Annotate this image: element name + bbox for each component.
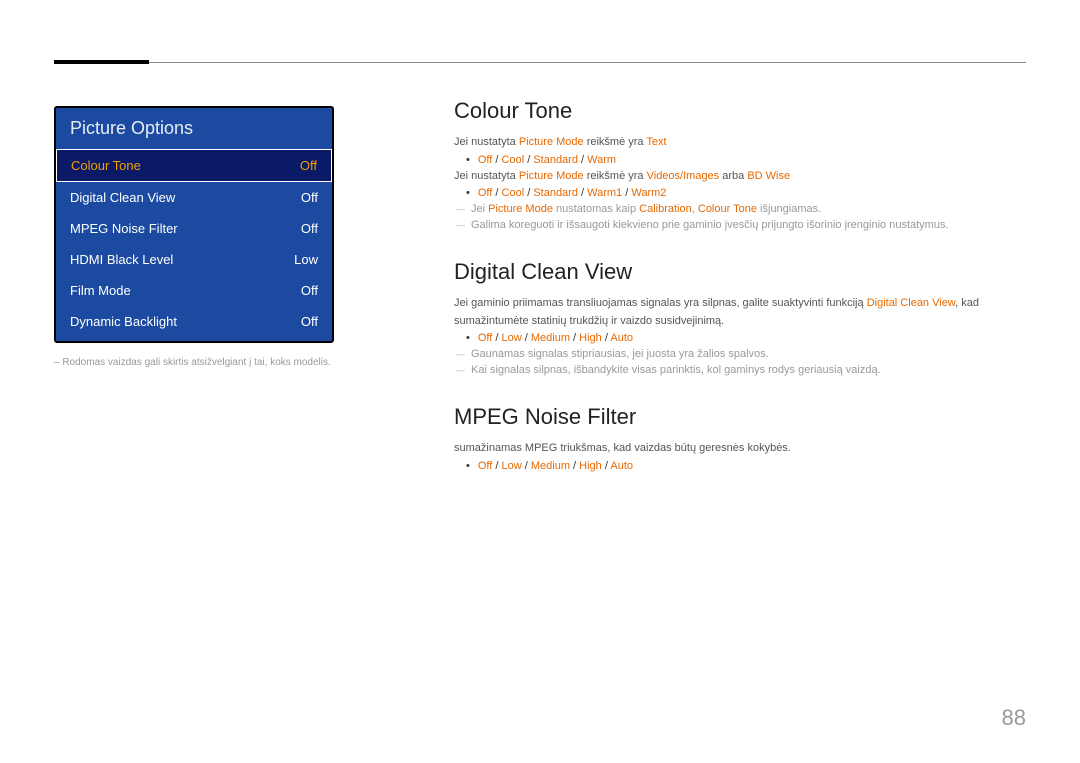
header-accent xyxy=(54,60,149,64)
note-text: Gaunamas signalas stipriausias, jei juos… xyxy=(456,348,1024,360)
menu-item-mpeg-noise-filter[interactable]: MPEG Noise Filter Off xyxy=(56,213,332,244)
section-mpeg-noise-filter: MPEG Noise Filter sumažinamas MPEG triuk… xyxy=(454,404,1024,472)
body-text: Jei gaminio priimamas transliuojamas sig… xyxy=(454,295,1024,330)
option-list: Off / Cool / Standard / Warm1 / Warm2 xyxy=(466,187,1024,199)
menu-item-label: Dynamic Backlight xyxy=(70,314,177,329)
menu-item-label: Colour Tone xyxy=(71,158,141,173)
menu-item-value: Off xyxy=(300,158,317,173)
body-text: Jei nustatyta Picture Mode reikšmė yra T… xyxy=(454,134,1024,152)
body-text: sumažinamas MPEG triukšmas, kad vaizdas … xyxy=(454,440,1024,458)
menu-item-label: MPEG Noise Filter xyxy=(70,221,178,236)
menu-item-dynamic-backlight[interactable]: Dynamic Backlight Off xyxy=(56,306,332,341)
section-digital-clean-view: Digital Clean View Jei gaminio priimamas… xyxy=(454,259,1024,376)
header-rule xyxy=(54,62,1026,63)
menu-item-digital-clean-view[interactable]: Digital Clean View Off xyxy=(56,182,332,213)
sidebar: Picture Options Colour Tone Off Digital … xyxy=(54,106,334,368)
page-number: 88 xyxy=(1002,705,1026,731)
note-text: Galima koreguoti ir išsaugoti kiekvieno … xyxy=(456,219,1024,231)
main-content: Colour Tone Jei nustatyta Picture Mode r… xyxy=(454,98,1024,500)
menu-item-film-mode[interactable]: Film Mode Off xyxy=(56,275,332,306)
menu-box: Picture Options Colour Tone Off Digital … xyxy=(54,106,334,343)
menu-item-value: Low xyxy=(294,252,318,267)
option-list: Off / Cool / Standard / Warm xyxy=(466,154,1024,166)
note-text: Jei Picture Mode nustatomas kaip Calibra… xyxy=(456,203,1024,215)
option-list: Off / Low / Medium / High / Auto xyxy=(466,460,1024,472)
menu-item-colour-tone[interactable]: Colour Tone Off xyxy=(56,149,332,182)
menu-item-value: Off xyxy=(301,283,318,298)
body-text: Jei nustatyta Picture Mode reikšmė yra V… xyxy=(454,168,1024,186)
option-list: Off / Low / Medium / High / Auto xyxy=(466,332,1024,344)
menu-item-label: HDMI Black Level xyxy=(70,252,173,267)
section-heading: MPEG Noise Filter xyxy=(454,404,1024,430)
note-text: Kai signalas silpnas, išbandykite visas … xyxy=(456,364,1024,376)
menu-item-label: Film Mode xyxy=(70,283,131,298)
menu-item-value: Off xyxy=(301,314,318,329)
menu-item-value: Off xyxy=(301,221,318,236)
menu-item-hdmi-black-level[interactable]: HDMI Black Level Low xyxy=(56,244,332,275)
section-heading: Colour Tone xyxy=(454,98,1024,124)
menu-title: Picture Options xyxy=(56,108,332,149)
sidebar-note: – Rodomas vaizdas gali skirtis atsižvelg… xyxy=(54,357,334,368)
menu-item-label: Digital Clean View xyxy=(70,190,175,205)
section-heading: Digital Clean View xyxy=(454,259,1024,285)
menu-item-value: Off xyxy=(301,190,318,205)
section-colour-tone: Colour Tone Jei nustatyta Picture Mode r… xyxy=(454,98,1024,231)
